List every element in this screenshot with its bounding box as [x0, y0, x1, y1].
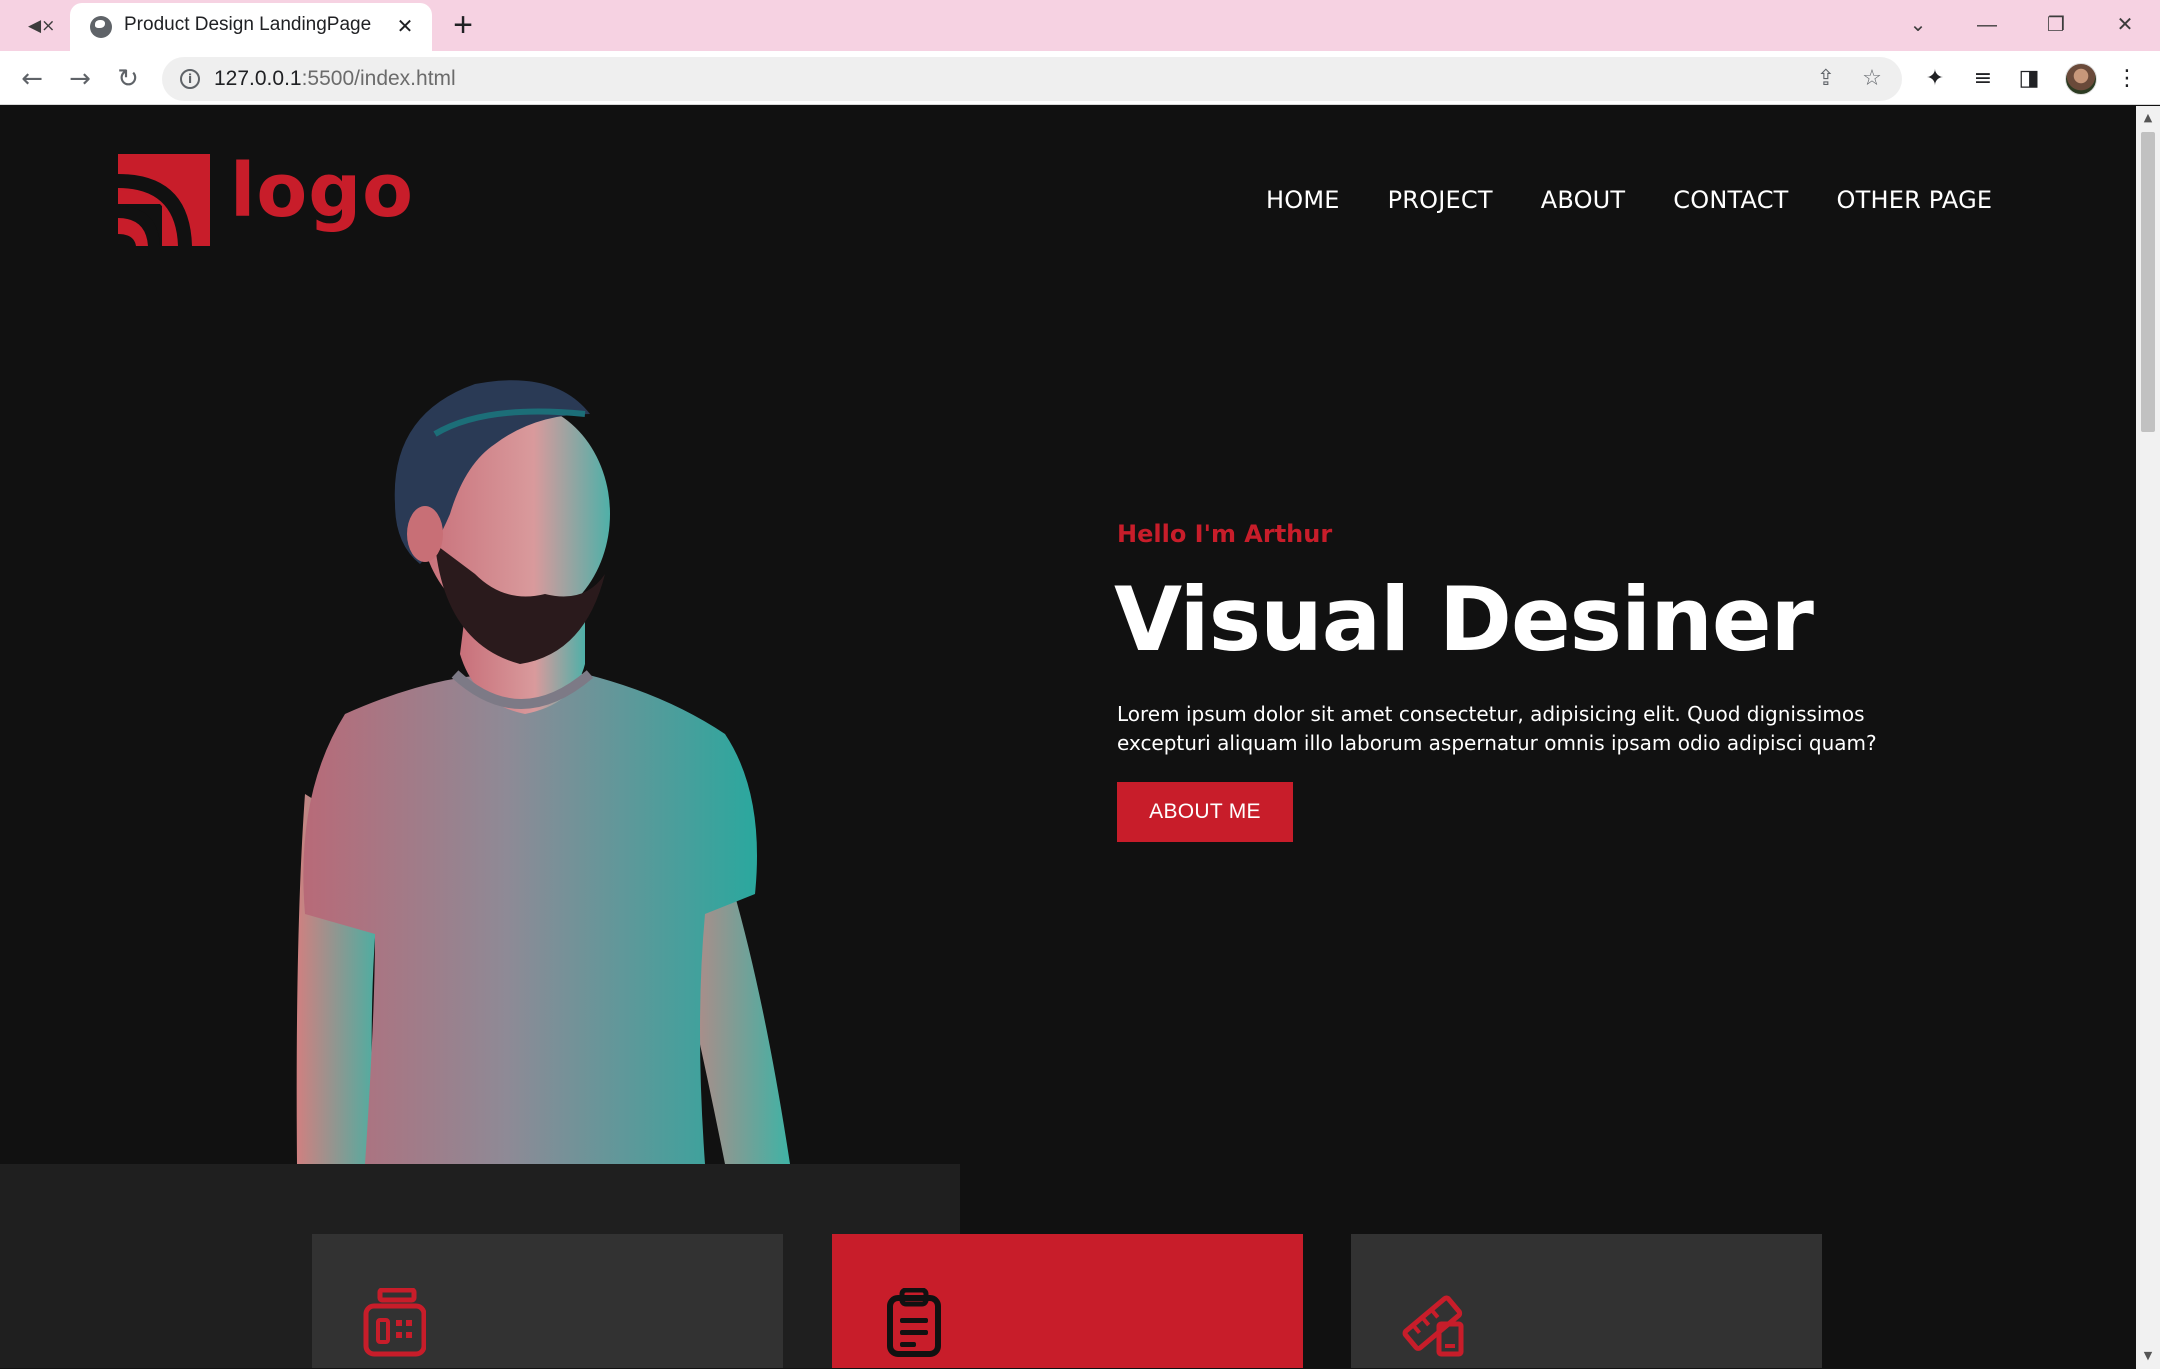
fax-machine-icon	[363, 1288, 426, 1357]
site-info-icon[interactable]: i	[180, 69, 200, 89]
scroll-up-arrow-icon[interactable]: ▲	[2136, 106, 2160, 130]
logo-text: logo	[230, 148, 415, 234]
browser-tabbar: ◀× Product Design LandingPage ✕ + ⌄ — ❐ …	[0, 0, 2160, 51]
about-me-button[interactable]: ABOUT ME	[1117, 782, 1293, 842]
url-host: 127.0.0.1	[214, 67, 302, 90]
restore-button[interactable]: ❐	[2036, 8, 2076, 42]
nav-contact[interactable]: CONTACT	[1673, 186, 1788, 214]
forward-arrow-icon[interactable]: →	[62, 61, 98, 97]
ruler-pencil-icon	[1402, 1295, 1464, 1357]
tab-title: Product Design LandingPage	[124, 14, 372, 35]
extensions-puzzle-icon[interactable]: ✦	[1920, 64, 1950, 94]
hero-portrait-image	[296, 380, 790, 1164]
media-queue-icon[interactable]: ≡	[1968, 64, 1998, 94]
minimize-button[interactable]: —	[1967, 8, 2007, 42]
menu-kebab-icon[interactable]: ⋮	[2112, 64, 2142, 94]
nav-other-page[interactable]: OTHER PAGE	[1837, 186, 1993, 214]
nav-project[interactable]: PROJECT	[1388, 186, 1493, 214]
tab-search-chevron-icon[interactable]: ⌄	[1898, 8, 1938, 42]
hero-description: Lorem ipsum dolor sit amet consectetur, …	[1117, 702, 1877, 755]
page-scrollbar[interactable]: ▲ ▼	[2136, 106, 2160, 1369]
hero-title: Visual Desiner	[1114, 568, 1814, 671]
bookmark-star-icon[interactable]: ☆	[1858, 65, 1886, 93]
service-card-1[interactable]	[312, 1234, 783, 1368]
close-window-button[interactable]: ✕	[2105, 8, 2145, 42]
globe-icon	[90, 16, 112, 38]
tab-audio-muted-icon[interactable]: ◀×	[28, 13, 55, 39]
url-text[interactable]: 127.0.0.1:5500/index.html	[214, 67, 456, 91]
hero-greeting: Hello I'm Arthur	[1117, 520, 1333, 548]
side-panel-icon[interactable]: ◨	[2014, 64, 2044, 94]
address-bar[interactable]: i 127.0.0.1:5500/index.html ⇪ ☆	[162, 57, 1902, 101]
clipboard-icon	[887, 1288, 941, 1357]
new-tab-button[interactable]: +	[448, 8, 478, 42]
tab-close-icon[interactable]: ✕	[392, 13, 418, 39]
share-icon[interactable]: ⇪	[1812, 65, 1840, 93]
reload-icon[interactable]: ↻	[110, 61, 146, 97]
scroll-down-arrow-icon[interactable]: ▼	[2136, 1344, 2160, 1368]
main-nav: HOME PROJECT ABOUT CONTACT OTHER PAGE	[1266, 186, 1992, 214]
logo-signal-icon	[118, 152, 212, 246]
page-viewport: logo HOME PROJECT ABOUT CONTACT OTHER PA…	[0, 106, 2136, 1368]
nav-about[interactable]: ABOUT	[1541, 186, 1626, 214]
back-arrow-icon[interactable]: ←	[14, 61, 50, 97]
profile-avatar[interactable]	[2065, 63, 2097, 95]
service-card-2[interactable]	[832, 1234, 1303, 1368]
service-card-3[interactable]	[1351, 1234, 1822, 1368]
url-path: :5500/index.html	[301, 67, 456, 90]
site-logo[interactable]: logo	[118, 148, 413, 246]
browser-toolbar: ← → ↻ i 127.0.0.1:5500/index.html ⇪ ☆ ✦ …	[0, 51, 2160, 105]
browser-tab-active[interactable]: Product Design LandingPage ✕	[70, 3, 432, 51]
scroll-thumb[interactable]	[2141, 132, 2155, 432]
nav-home[interactable]: HOME	[1266, 186, 1340, 214]
